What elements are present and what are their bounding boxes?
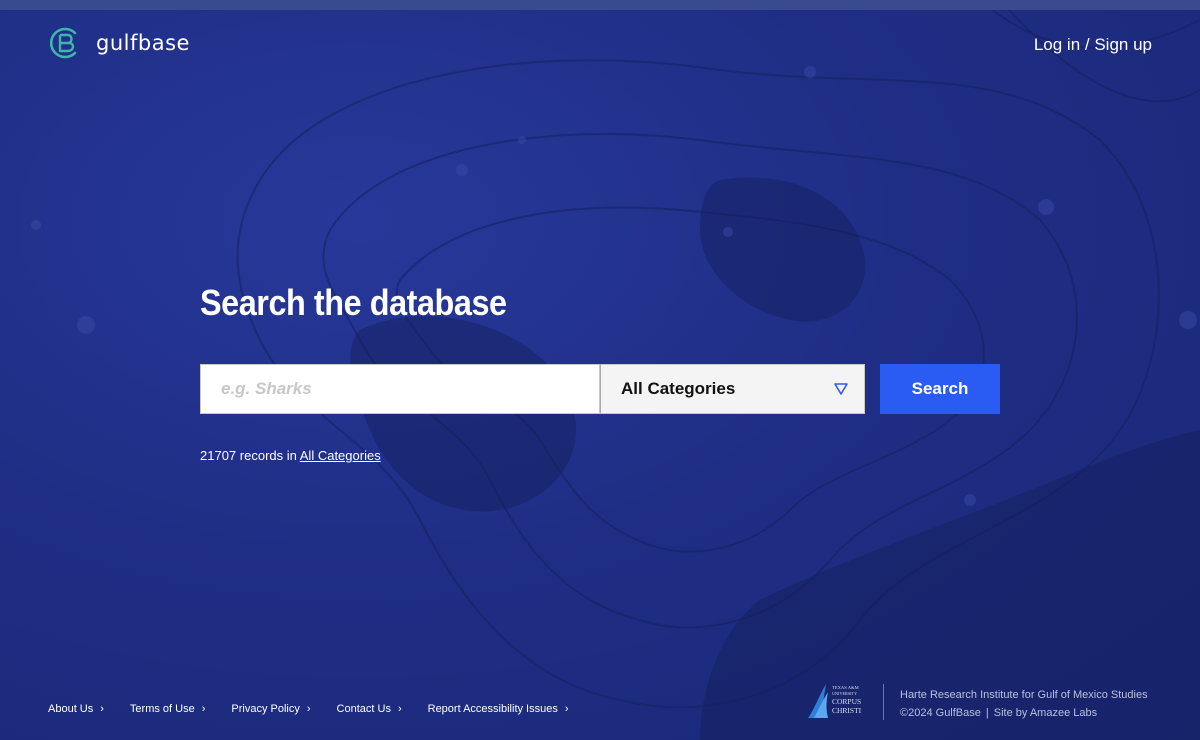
records-category-link[interactable]: All Categories [300,448,381,463]
footer-link-privacy[interactable]: Privacy Policy › [231,703,310,715]
brand-logo-link[interactable]: gulfbase [48,25,190,61]
footer-credits: Harte Research Institute for Gulf of Mex… [900,686,1148,722]
tamucc-logo-icon[interactable]: TEXAS A&M UNIVERSITY CORPUS CHRISTI [806,680,870,720]
records-text: records in [239,448,297,463]
footer-link-label: Report Accessibility Issues [427,703,558,715]
chevron-right-icon: › [100,703,104,715]
gulfbase-logo-icon [49,27,77,59]
category-select[interactable]: All Categories [600,364,865,414]
records-summary: 21707 records in All Categories [200,448,381,463]
chevron-right-icon: › [564,703,569,715]
login-signup-link[interactable]: Log in / Sign up [1034,35,1152,55]
brand-name: gulfbase [96,31,190,55]
svg-text:UNIVERSITY: UNIVERSITY [832,691,857,696]
footer-link-accessibility[interactable]: Report Accessibility Issues › [428,703,569,715]
footer-link-about[interactable]: About Us › [48,703,104,715]
chevron-right-icon: › [397,703,402,715]
category-select-value: All Categories [621,379,736,398]
site-by-link[interactable]: Site by Amazee Labs [994,707,1097,719]
footer-divider [883,684,884,720]
top-strip [0,0,1200,10]
svg-text:CHRISTI: CHRISTI [832,706,862,715]
institute-name: Harte Research Institute for Gulf of Mex… [900,689,1148,701]
records-count: 21707 [200,448,237,463]
footer-link-label: Contact Us [336,703,391,715]
chevron-right-icon: › [306,703,311,715]
footer-link-label: About Us [48,703,94,715]
footer-link-label: Terms of Use [129,703,195,715]
footer-link-terms[interactable]: Terms of Use › [130,703,205,715]
svg-text:CORPUS: CORPUS [832,697,861,706]
search-button[interactable]: Search [880,364,1000,414]
footer-link-label: Privacy Policy [231,703,300,715]
copyright-text: ©2024 GulfBase [900,707,981,719]
footer-nav: About Us › Terms of Use › Privacy Policy › … [48,703,595,715]
svg-text:TEXAS A&M: TEXAS A&M [832,685,859,690]
page-title: Search the database [200,282,507,323]
search-input[interactable] [200,364,600,414]
footer-link-contact[interactable]: Contact Us › [337,703,402,715]
triangle-down-icon [834,383,848,395]
chevron-right-icon: › [201,703,206,715]
